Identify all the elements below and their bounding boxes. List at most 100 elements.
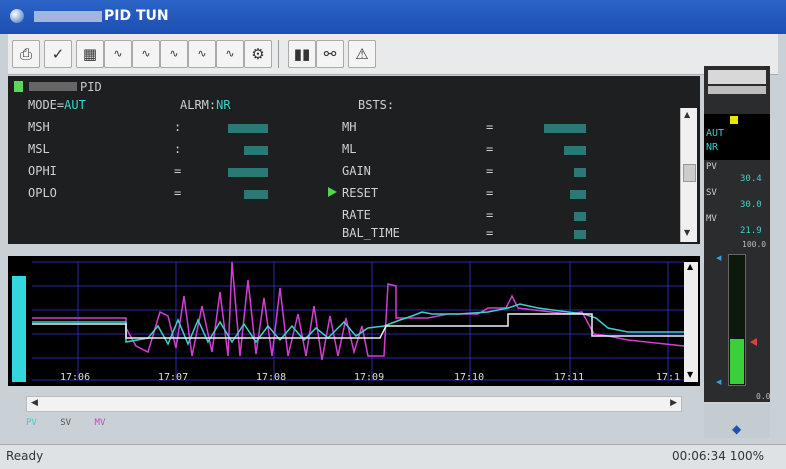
- time-label: 17:09: [354, 372, 385, 383]
- panel-scrollbar[interactable]: ▲ ▼: [680, 108, 697, 242]
- param-sep: :: [174, 142, 182, 156]
- param-rate-label: RATE: [342, 208, 371, 222]
- check-icon[interactable]: ✓: [44, 40, 72, 68]
- param-ml-label: ML: [342, 142, 357, 156]
- title-bar: PID TUN: [0, 0, 786, 34]
- mode-field: MODE=AUT: [28, 98, 86, 112]
- param-sep: =: [174, 164, 182, 178]
- status-clock: 00:06:34: [671, 449, 726, 463]
- param-bal-time-value: [574, 230, 586, 239]
- bsts-label: BSTS:: [358, 98, 395, 112]
- scroll-up-icon[interactable]: ▲: [684, 110, 690, 119]
- param-msh-label: MSH: [28, 120, 50, 134]
- param-sep: =: [486, 164, 494, 178]
- param-msl-value: [244, 146, 268, 155]
- param-bal-time-label: BAL_TIME: [342, 226, 400, 240]
- faceplate: AUT NR PV 30.4 SV 30.0 MV 21.9 100.0 ◀ ◀…: [704, 66, 770, 402]
- faceplate-footer: ◆: [704, 404, 770, 438]
- time-label: 17:07: [158, 372, 189, 383]
- legend-sv: SV: [60, 418, 72, 428]
- trend-icon[interactable]: ∿: [188, 40, 216, 68]
- level-bar: [728, 254, 746, 386]
- alarm-indicator: [730, 116, 738, 124]
- scale-top: 100.0: [742, 240, 767, 249]
- parameter-panel: PID MODE=AUT ALRM:NR BSTS: MSH : MSL : O…: [8, 76, 700, 244]
- mv-series: [32, 261, 685, 361]
- param-ophi-value: [228, 168, 268, 177]
- trend-icon[interactable]: ∿: [132, 40, 160, 68]
- param-reset-value[interactable]: [570, 190, 586, 199]
- pv-value: 30.4: [740, 174, 762, 184]
- param-oplo-value: [244, 190, 268, 199]
- time-label: 17:10: [454, 372, 485, 383]
- scroll-down-icon[interactable]: ▼: [687, 370, 693, 379]
- panel-header: PID: [14, 80, 102, 94]
- legend-mv: MV: [94, 418, 106, 428]
- time-label: 17:1: [656, 372, 681, 383]
- tag-name-blurred: [708, 70, 766, 84]
- alarm-value: NR: [216, 98, 231, 112]
- scroll-thumb[interactable]: [683, 164, 696, 182]
- status-ready: Ready: [6, 449, 44, 463]
- mv-value: 21.9: [740, 226, 762, 236]
- alarm-field: ALRM:NR: [180, 98, 231, 112]
- param-gain-label: GAIN: [342, 164, 371, 178]
- param-sep: =: [486, 120, 494, 134]
- scroll-right-icon[interactable]: ▶: [670, 398, 677, 408]
- tag-name-blurred: [34, 11, 102, 22]
- param-ophi-label: OPHI: [28, 164, 57, 178]
- status-bar: Ready 00:06:34 100%: [0, 444, 786, 469]
- trend-svg: [12, 261, 685, 382]
- param-mh-label: MH: [342, 120, 357, 134]
- param-sep: =: [486, 208, 494, 222]
- param-gain-value: [574, 168, 586, 177]
- tree-icon[interactable]: ⚯: [316, 40, 344, 68]
- pause-icon[interactable]: ▮▮: [288, 40, 316, 68]
- trend-icon[interactable]: ∿: [104, 40, 132, 68]
- scroll-left-icon[interactable]: ◀: [31, 398, 38, 408]
- app-icon[interactable]: [10, 9, 24, 23]
- trend-icon[interactable]: ∿: [160, 40, 188, 68]
- mv-label: MV: [706, 214, 717, 224]
- trend-icon[interactable]: ∿: [216, 40, 244, 68]
- param-msl-label: MSL: [28, 142, 50, 156]
- panel-header-label: PID: [80, 80, 102, 94]
- side-alarm: NR: [706, 142, 719, 153]
- param-mh-value: [544, 124, 586, 133]
- alarm-label: ALRM:: [180, 98, 217, 112]
- mode-value: AUT: [64, 98, 86, 112]
- diamond-icon[interactable]: ◆: [732, 422, 741, 436]
- tag-name-blurred: [29, 82, 77, 91]
- chart-icon[interactable]: ▦: [76, 40, 104, 68]
- param-reset-label[interactable]: RESET: [342, 186, 378, 200]
- trend-hscroll[interactable]: ◀ ▶: [26, 396, 682, 412]
- param-sep: =: [486, 226, 494, 240]
- time-label: 17:06: [60, 372, 91, 383]
- side-mode: AUT: [706, 128, 725, 139]
- legend-pv: PV: [26, 418, 37, 428]
- scroll-up-icon[interactable]: ▲: [687, 262, 693, 271]
- sv-label: SV: [706, 188, 717, 198]
- param-ml-value: [564, 146, 586, 155]
- param-sep: =: [486, 142, 494, 156]
- trend-chart: 17:06 17:07 17:08 17:09 17:10 17:11 17:1…: [8, 256, 700, 386]
- param-msh-value: [228, 124, 268, 133]
- pv-bar-indicator: [12, 276, 26, 382]
- print-icon[interactable]: ⎙: [12, 40, 40, 68]
- mode-box: AUT NR: [704, 114, 770, 160]
- time-label: 17:08: [256, 372, 287, 383]
- window-title: PID TUN: [104, 8, 169, 24]
- selected-arrow-icon: [328, 187, 337, 197]
- scroll-down-icon[interactable]: ▼: [684, 228, 690, 237]
- status-square: [14, 81, 23, 92]
- warning-icon[interactable]: ⚠: [348, 40, 376, 68]
- low-limit-marker-icon: ◀: [716, 378, 722, 386]
- pv-label: PV: [706, 162, 717, 172]
- scale-bottom: 0.0: [756, 392, 771, 401]
- tuning-icon[interactable]: ⚙: [244, 40, 272, 68]
- toolbar: ⎙ ✓ ▦ ∿ ∿ ∿ ∿ ∿ ⚙ ▮▮ ⚯ ⚠: [8, 34, 778, 75]
- status-time: 00:06:34 100%: [672, 449, 764, 463]
- tag-desc-blurred: [708, 86, 766, 94]
- param-sep: =: [174, 186, 182, 200]
- trend-vscroll[interactable]: ▲ ▼: [684, 262, 698, 382]
